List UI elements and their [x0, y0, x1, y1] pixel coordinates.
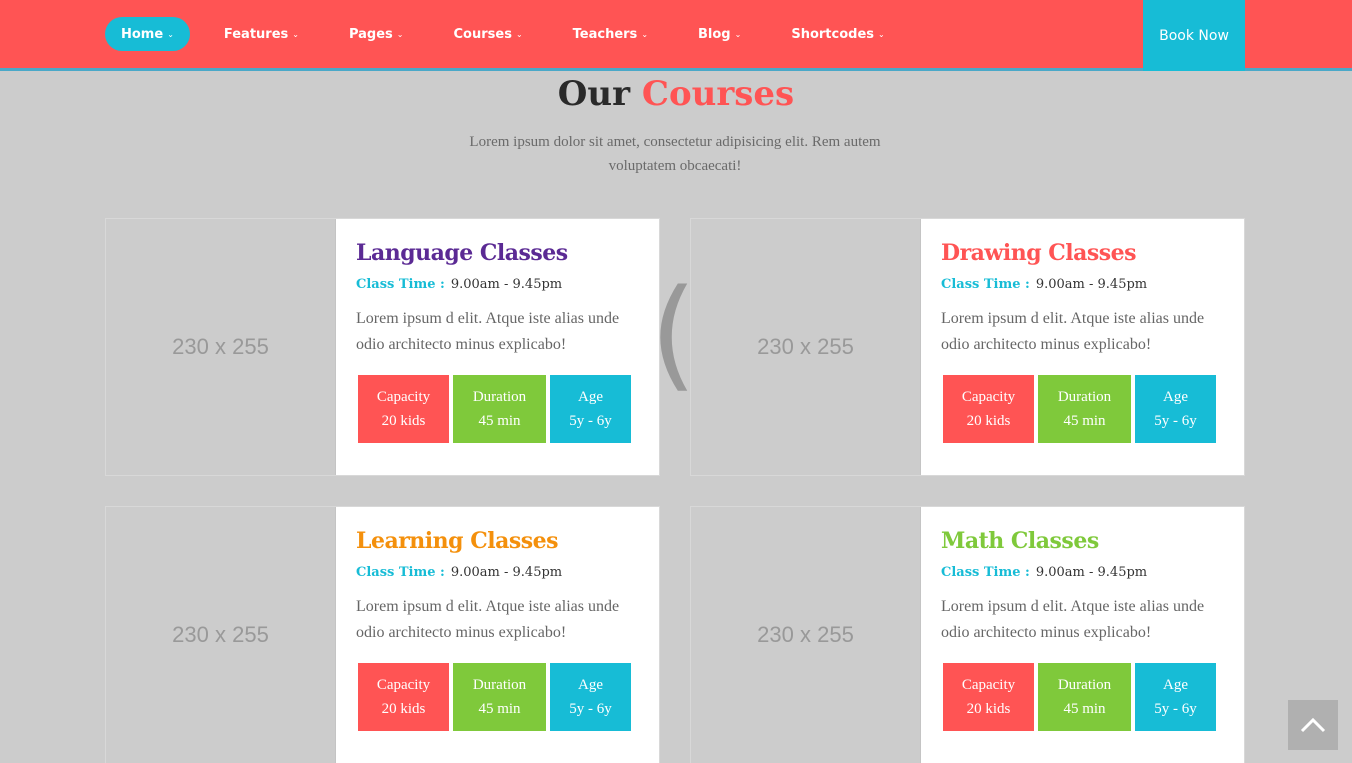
duration-label: Duration [472, 677, 527, 693]
duration-badge: Duration 45 min [453, 375, 546, 443]
course-image-placeholder: 230 x 255 [691, 219, 921, 475]
capacity-badge: Capacity 20 kids [358, 663, 449, 731]
class-time-value: 9.00am - 9.45pm [450, 277, 563, 292]
nav-item-label: Shortcodes [791, 26, 874, 42]
age-badge: Age 5y - 6y [550, 375, 631, 443]
class-time-value: 9.00am - 9.45pm [450, 565, 563, 580]
capacity-label: Capacity [961, 677, 1016, 693]
class-time-value: 9.00am - 9.45pm [1035, 277, 1148, 292]
class-time-label: Class Time : [941, 565, 1030, 580]
class-time-label: Class Time : [356, 565, 445, 580]
course-description: Lorem ipsum d elit. Atque iste alias und… [941, 310, 1205, 353]
age-value: 5y - 6y [569, 413, 612, 429]
course-image-placeholder: 230 x 255 [691, 507, 921, 763]
capacity-value: 20 kids [966, 701, 1011, 717]
age-value: 5y - 6y [569, 701, 612, 717]
nav-item-shortcodes[interactable]: Shortcodes ⌄ [775, 17, 900, 51]
capacity-badge: Capacity 20 kids [943, 375, 1034, 443]
duration-value: 45 min [1063, 701, 1106, 717]
class-time-label: Class Time : [356, 277, 445, 292]
chevron-down-icon: ⌄ [878, 29, 885, 39]
course-stats: Capacity 20 kids Duration 45 min Age 5y - 6… [943, 375, 1220, 443]
age-label: Age [1163, 389, 1188, 405]
book-now-button[interactable]: Book Now [1143, 0, 1245, 71]
nav-item-label: Blog [698, 26, 731, 42]
nav-item-label: Teachers [572, 26, 638, 42]
course-card: 230 x 255 Learning Classes Class Time : 9… [105, 506, 660, 763]
section-title-part2: Courses [641, 74, 795, 114]
course-stats: Capacity 20 kids Duration 45 min Age 5y - 6… [358, 375, 635, 443]
age-value: 5y - 6y [1154, 701, 1197, 717]
class-time: Class Time : 9.00am - 9.45pm [356, 563, 646, 582]
nav-item-courses[interactable]: Courses ⌄ [438, 17, 539, 51]
nav-item-label: Courses [453, 26, 512, 42]
section-subtitle: Lorem ipsum dolor sit amet, consectetur … [469, 134, 881, 174]
nav-item-teachers[interactable]: Teachers ⌄ [557, 17, 664, 51]
capacity-label: Capacity [961, 389, 1016, 405]
nav-item-blog[interactable]: Blog ⌄ [682, 17, 757, 51]
age-badge: Age 5y - 6y [1135, 663, 1216, 731]
course-card: 230 x 255 Language Classes Class Time : 9… [105, 218, 660, 476]
duration-value: 45 min [478, 413, 521, 429]
age-label: Age [1163, 677, 1188, 693]
nav-item-home[interactable]: Home ⌄ [105, 17, 190, 51]
course-description: Lorem ipsum d elit. Atque iste alias und… [356, 310, 620, 353]
chevron-up-icon [1300, 717, 1326, 733]
course-image-placeholder: 230 x 255 [106, 507, 336, 763]
duration-value: 45 min [478, 701, 521, 717]
course-image-placeholder: 230 x 255 [106, 219, 336, 475]
chevron-down-icon: ⌄ [396, 29, 404, 39]
capacity-badge: Capacity 20 kids [943, 663, 1034, 731]
age-badge: Age 5y - 6y [550, 663, 631, 731]
course-title[interactable]: Math Classes [941, 525, 1231, 557]
age-label: Age [578, 389, 603, 405]
capacity-label: Capacity [376, 389, 431, 405]
section-title: Our Courses [0, 72, 1352, 116]
duration-badge: Duration 45 min [1038, 375, 1131, 443]
class-time-label: Class Time : [941, 277, 1030, 292]
nav-item-label: Pages [348, 26, 393, 42]
course-stats: Capacity 20 kids Duration 45 min Age 5y - 6… [943, 663, 1220, 731]
chevron-down-icon: ⌄ [515, 29, 523, 39]
nav-item-pages[interactable]: Pages ⌄ [333, 17, 420, 51]
course-description: Lorem ipsum d elit. Atque iste alias und… [356, 598, 620, 641]
course-title[interactable]: Learning Classes [356, 525, 646, 557]
back-to-top-button[interactable] [1288, 700, 1338, 750]
class-time: Class Time : 9.00am - 9.45pm [941, 275, 1231, 294]
capacity-label: Capacity [376, 677, 431, 693]
course-description: Lorem ipsum d elit. Atque iste alias und… [941, 598, 1205, 641]
nav-item-features[interactable]: Features ⌄ [208, 17, 315, 51]
duration-label: Duration [1057, 389, 1112, 405]
age-value: 5y - 6y [1154, 413, 1197, 429]
class-time-value: 9.00am - 9.45pm [1035, 565, 1148, 580]
chevron-down-icon: ⌄ [167, 29, 174, 39]
course-card: 230 x 255 Drawing Classes Class Time : 9.… [690, 218, 1245, 476]
course-title[interactable]: Language Classes [356, 237, 646, 269]
capacity-badge: Capacity 20 kids [358, 375, 449, 443]
age-label: Age [578, 677, 603, 693]
duration-label: Duration [1057, 677, 1112, 693]
capacity-value: 20 kids [381, 413, 426, 429]
duration-badge: Duration 45 min [453, 663, 546, 731]
capacity-value: 20 kids [381, 701, 426, 717]
top-navbar: Home ⌄ Features ⌄ Pages ⌄ Courses ⌄ Teachers… [0, 0, 1352, 71]
class-time: Class Time : 9.00am - 9.45pm [356, 275, 646, 294]
duration-badge: Duration 45 min [1038, 663, 1131, 731]
duration-value: 45 min [1063, 413, 1106, 429]
course-title[interactable]: Drawing Classes [941, 237, 1231, 269]
duration-label: Duration [472, 389, 527, 405]
age-badge: Age 5y - 6y [1135, 375, 1216, 443]
nav-item-label: Features [223, 26, 289, 42]
course-stats: Capacity 20 kids Duration 45 min Age 5y - 6… [358, 663, 635, 731]
capacity-value: 20 kids [966, 413, 1011, 429]
chevron-down-icon: ⌄ [734, 29, 742, 39]
class-time: Class Time : 9.00am - 9.45pm [941, 563, 1231, 582]
main-nav: Home ⌄ Features ⌄ Pages ⌄ Courses ⌄ Teachers… [105, 17, 919, 51]
chevron-down-icon: ⌄ [641, 29, 649, 39]
nav-item-label: Home [121, 26, 164, 42]
section-title-part1: Our [557, 74, 631, 114]
course-card: 230 x 255 Math Classes Class Time : 9.00a… [690, 506, 1245, 763]
chevron-down-icon: ⌄ [292, 29, 299, 39]
